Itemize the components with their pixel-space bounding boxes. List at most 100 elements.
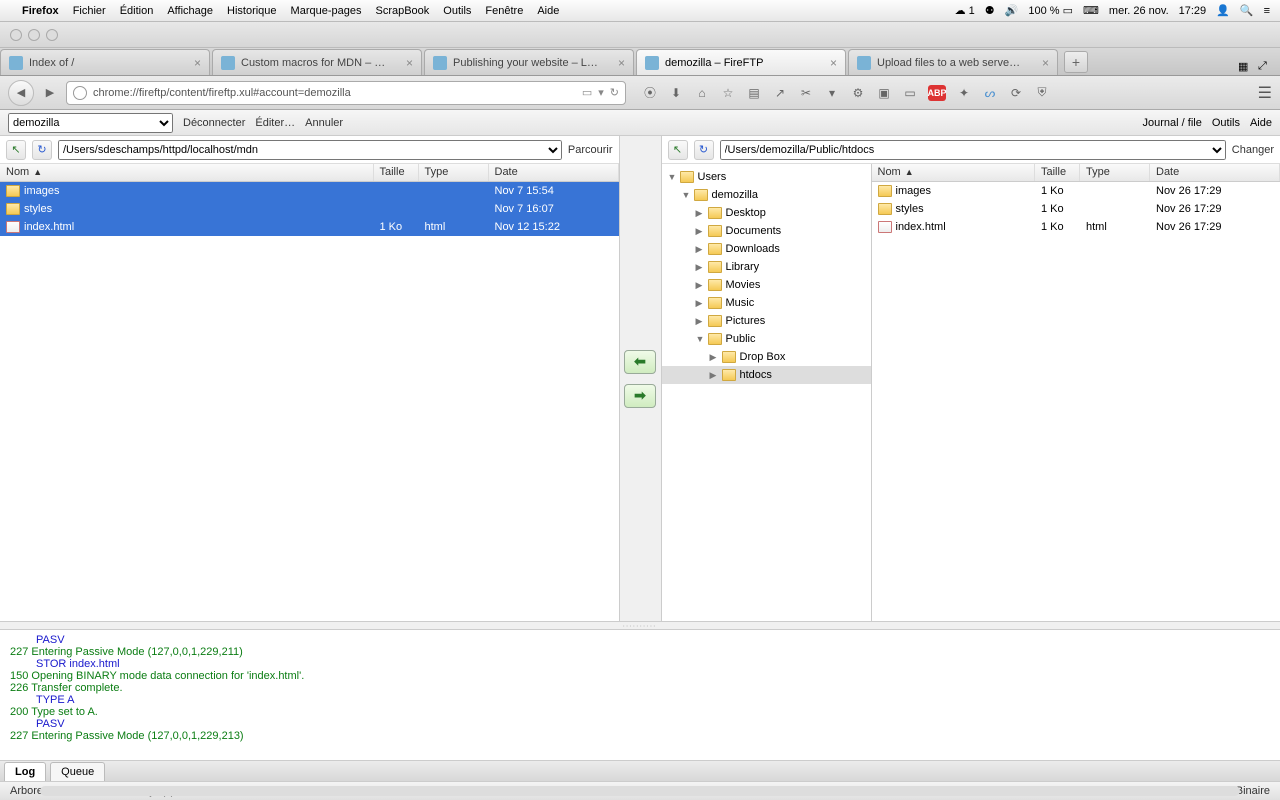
disclosure-icon[interactable]: ▶ — [696, 280, 706, 291]
log-area[interactable]: PASV227 Entering Passive Mode (127,0,0,1… — [0, 630, 1280, 760]
pocket-icon[interactable]: ▾ — [824, 85, 840, 101]
tree-node[interactable]: ▶ Pictures — [662, 312, 871, 330]
close-tab-icon[interactable]: × — [830, 56, 837, 70]
notification-icon[interactable]: ≡ — [1264, 5, 1270, 17]
tree-node[interactable]: ▶ htdocs — [662, 366, 871, 384]
browser-tab[interactable]: Upload files to a web serve… × — [848, 49, 1058, 75]
disclosure-icon[interactable]: ▶ — [696, 298, 706, 309]
close-tab-icon[interactable]: × — [406, 56, 413, 70]
new-tab-button[interactable]: + — [1064, 51, 1088, 73]
url-bar[interactable]: chrome://fireftp/content/fireftp.xul#acc… — [66, 81, 626, 105]
local-refresh-button[interactable]: ↻ — [32, 140, 52, 160]
fireftp-icon[interactable]: ᔕ — [982, 85, 998, 101]
rss-icon[interactable]: ⦿ — [642, 85, 658, 101]
close-tab-icon[interactable]: × — [1042, 56, 1049, 70]
menu-fichier[interactable]: Fichier — [73, 5, 106, 17]
local-up-button[interactable]: ↖ — [6, 140, 26, 160]
share-icon[interactable]: ↗ — [772, 85, 788, 101]
menu-outils[interactable]: Outils — [443, 5, 471, 17]
change-button[interactable]: Changer — [1232, 144, 1274, 156]
menu-fenêtre[interactable]: Fenêtre — [485, 5, 523, 17]
journal-link[interactable]: Journal / file — [1143, 117, 1202, 129]
close-tab-icon[interactable]: × — [194, 56, 201, 70]
disconnect-link[interactable]: Déconnecter — [183, 117, 245, 129]
list-item[interactable]: index.html 1 KohtmlNov 26 17:29 — [872, 218, 1280, 236]
tree-node[interactable]: ▶ Music — [662, 294, 871, 312]
tree-node[interactable]: ▶ Movies — [662, 276, 871, 294]
tab-queue[interactable]: Queue — [50, 762, 105, 781]
tree-node[interactable]: ▶ Documents — [662, 222, 871, 240]
disclosure-icon[interactable]: ▶ — [696, 316, 706, 327]
shield-icon[interactable]: ⛨ — [1034, 85, 1050, 101]
close-tab-icon[interactable]: × — [618, 56, 625, 70]
download-button[interactable]: ⬅ — [624, 350, 656, 374]
remote-up-button[interactable]: ↖ — [668, 140, 688, 160]
menu-historique[interactable]: Historique — [227, 5, 277, 17]
disclosure-icon[interactable]: ▶ — [696, 208, 706, 219]
camera-icon[interactable]: ▣ — [876, 85, 892, 101]
gear-icon[interactable]: ⚙ — [850, 85, 866, 101]
menu-aide[interactable]: Aide — [537, 5, 559, 17]
forward-button[interactable]: ▶ — [40, 83, 60, 103]
tree-node[interactable]: ▼ Users — [662, 168, 871, 186]
abp-icon[interactable]: ABP — [928, 85, 946, 101]
col-name[interactable]: Nom▲ — [0, 164, 374, 181]
disclosure-icon[interactable]: ▶ — [710, 352, 720, 363]
cloud-icon[interactable]: ☁ 1 — [955, 4, 975, 17]
star-icon[interactable]: ☆ — [720, 85, 736, 101]
back-button[interactable]: ◀ — [8, 80, 34, 106]
tree-node[interactable]: ▼ demozilla — [662, 186, 871, 204]
upload-button[interactable]: ➡ — [624, 384, 656, 408]
tree-node[interactable]: ▶ Downloads — [662, 240, 871, 258]
tree-node[interactable]: ▶ Drop Box — [662, 348, 871, 366]
minimize-window-button[interactable] — [28, 29, 40, 41]
close-window-button[interactable] — [10, 29, 22, 41]
home-icon[interactable]: ⌂ — [694, 85, 710, 101]
disclosure-icon[interactable]: ▶ — [710, 370, 720, 381]
col-date[interactable]: Date — [1150, 164, 1280, 181]
extension-icon[interactable]: ✂ — [798, 85, 814, 101]
menubar-time[interactable]: 17:29 — [1179, 5, 1207, 17]
dropdown-icon[interactable]: ▾ — [598, 86, 604, 99]
clipboard-icon[interactable]: ▤ — [746, 85, 762, 101]
menu-affichage[interactable]: Affichage — [167, 5, 213, 17]
disclosure-icon[interactable]: ▼ — [668, 172, 678, 182]
tree-node[interactable]: ▼ Public — [662, 330, 871, 348]
col-name[interactable]: Nom▲ — [872, 164, 1036, 181]
col-date[interactable]: Date — [489, 164, 619, 181]
col-size[interactable]: Taille — [1035, 164, 1080, 181]
reader-icon[interactable]: ▭ — [582, 86, 592, 99]
tab-log[interactable]: Log — [4, 762, 46, 781]
wifi-icon[interactable]: ⚉ — [985, 4, 995, 17]
puzzle-icon[interactable]: ✦ — [956, 85, 972, 101]
disclosure-icon[interactable]: ▶ — [696, 226, 706, 237]
user-icon[interactable]: 👤 — [1216, 4, 1230, 17]
col-type[interactable]: Type — [419, 164, 489, 181]
menu-marque-pages[interactable]: Marque-pages — [291, 5, 362, 17]
col-type[interactable]: Type — [1080, 164, 1150, 181]
list-item[interactable]: styles 1 KoNov 26 17:29 — [872, 200, 1280, 218]
fullscreen-icon[interactable]: ⤢ — [1258, 60, 1272, 72]
list-item[interactable]: images 1 KoNov 26 17:29 — [872, 182, 1280, 200]
browser-tab[interactable]: demozilla – FireFTP × — [636, 49, 846, 75]
app-name[interactable]: Firefox — [22, 5, 59, 17]
volume-icon[interactable]: 🔊 — [1005, 4, 1019, 17]
remote-refresh-button[interactable]: ↻ — [694, 140, 714, 160]
input-icon[interactable]: ⌨ — [1083, 4, 1099, 17]
site-identity-icon[interactable] — [73, 86, 87, 100]
browser-tab[interactable]: Publishing your website – L… × — [424, 49, 634, 75]
help-link[interactable]: Aide — [1250, 117, 1272, 129]
list-item[interactable]: styles Nov 7 16:07 — [0, 200, 619, 218]
menu-scrapbook[interactable]: ScrapBook — [375, 5, 429, 17]
downloads-icon[interactable]: ⬇ — [668, 85, 684, 101]
cancel-link[interactable]: Annuler — [305, 117, 343, 129]
disclosure-icon[interactable]: ▶ — [696, 244, 706, 255]
col-size[interactable]: Taille — [374, 164, 419, 181]
list-item[interactable]: images Nov 7 15:54 — [0, 182, 619, 200]
disclosure-icon[interactable]: ▼ — [696, 334, 706, 344]
splitter[interactable]: •••••••••• — [0, 622, 1280, 630]
sync-icon[interactable]: ⟳ — [1008, 85, 1024, 101]
disclosure-icon[interactable]: ▼ — [682, 190, 692, 200]
menubar-date[interactable]: mer. 26 nov. — [1109, 5, 1169, 17]
browse-button[interactable]: Parcourir — [568, 144, 613, 156]
